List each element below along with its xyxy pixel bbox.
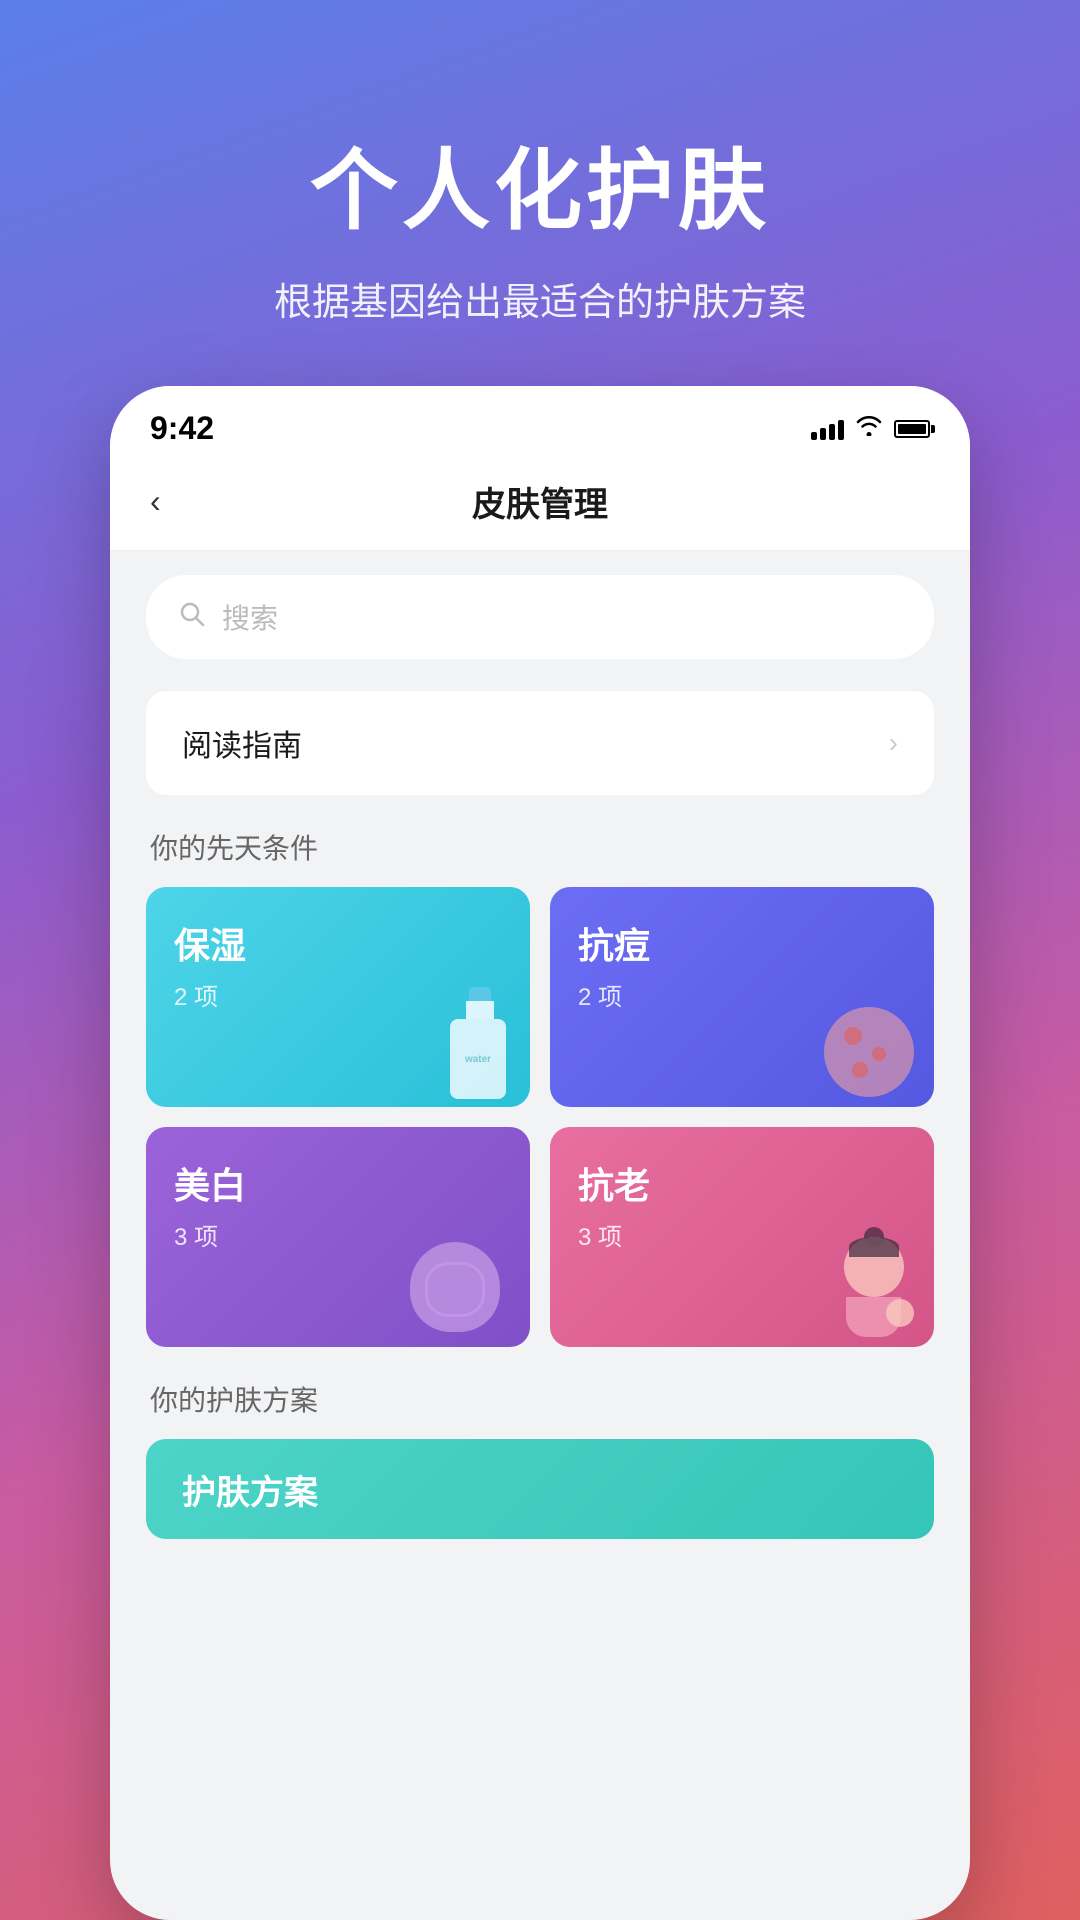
hero-title: 个人化护肤 [60,120,1020,247]
status-time: 9:42 [150,410,214,447]
chevron-right-icon: › [889,727,898,759]
acne-card[interactable]: 抗痘 2 项 [550,887,934,1107]
content-area: 搜索 阅读指南 › 你的先天条件 保湿 2 项 water [110,551,970,1563]
plan-section-header: 你的护肤方案 [146,1379,934,1419]
moisturize-card[interactable]: 保湿 2 项 water [146,887,530,1107]
search-icon [178,600,206,635]
hero-subtitle: 根据基因给出最适合的护肤方案 [60,271,1020,326]
page-title: 皮肤管理 [472,477,608,526]
status-icons [811,416,930,442]
wifi-icon [856,416,882,442]
moisturize-title: 保湿 [174,917,502,969]
anti-aging-card[interactable]: 抗老 3 项 [550,1127,934,1347]
status-bar: 9:42 [110,386,970,457]
innate-section-header: 你的先天条件 [146,827,934,867]
mask-illustration [410,1242,510,1337]
search-bar[interactable]: 搜索 [146,575,934,659]
water-bottle-illustration: water [450,987,510,1097]
cards-grid: 保湿 2 项 water 抗痘 2 项 [146,887,934,1347]
back-button[interactable]: ‹ [150,483,161,520]
hero-section: 个人化护肤 根据基因给出最适合的护肤方案 [0,0,1080,386]
anti-aging-title: 抗老 [578,1157,906,1209]
plan-card-title: 护肤方案 [182,1465,318,1514]
acne-face-illustration [824,1007,914,1097]
nav-bar: ‹ 皮肤管理 [110,457,970,551]
acne-title: 抗痘 [578,917,906,969]
plan-card[interactable]: 护肤方案 [146,1439,934,1539]
signal-icon [811,418,844,440]
search-placeholder-text: 搜索 [222,597,278,637]
battery-icon [894,420,930,438]
reading-guide-row[interactable]: 阅读指南 › [146,691,934,795]
whitening-title: 美白 [174,1157,502,1209]
whitening-card[interactable]: 美白 3 项 [146,1127,530,1347]
phone-mockup: 9:42 ‹ 皮肤管理 [110,386,970,1920]
aging-face-illustration [834,1237,914,1337]
reading-guide-label: 阅读指南 [182,721,302,765]
